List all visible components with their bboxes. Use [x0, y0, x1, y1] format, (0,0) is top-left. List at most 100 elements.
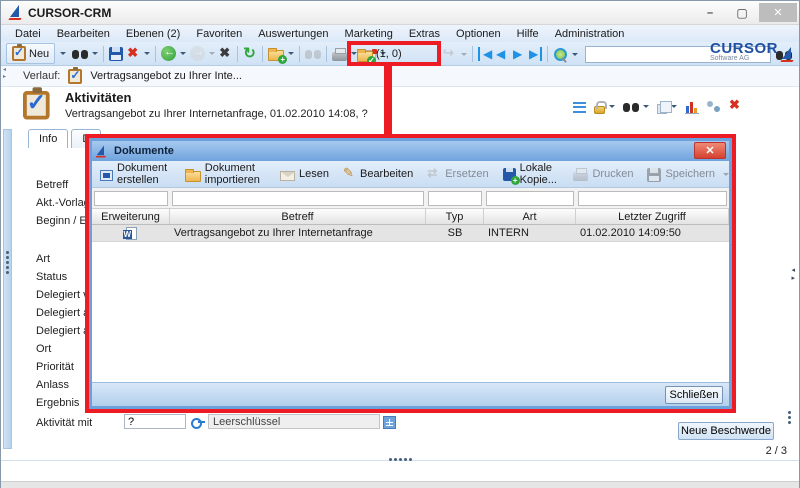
menu-administration[interactable]: Administration: [547, 27, 633, 41]
drucken-button[interactable]: Drucken: [573, 167, 633, 181]
compare-button[interactable]: [303, 46, 323, 61]
separator[interactable]: [326, 46, 327, 62]
left-panel-strip[interactable]: [3, 129, 12, 449]
header-action-icon: [707, 100, 721, 113]
nav-next-button[interactable]: [510, 46, 527, 62]
toolbar-icon: [219, 46, 232, 62]
history-item[interactable]: Vertragsangebot zu Ihrer Inte...: [90, 70, 242, 82]
menu-marketing[interactable]: Marketing: [337, 27, 401, 41]
menu-bearbeiten[interactable]: Bearbeiten: [49, 27, 118, 41]
activity-icon: [68, 69, 82, 84]
back-button[interactable]: [159, 45, 188, 62]
filter-art[interactable]: [486, 191, 574, 206]
quick-search-button[interactable]: [551, 46, 580, 63]
dialog-close-button[interactable]: [694, 142, 726, 159]
tab-info[interactable]: Info: [28, 129, 68, 148]
separator[interactable]: [237, 46, 238, 62]
dialog-toolbar-icon: [647, 168, 661, 182]
separator[interactable]: [155, 46, 156, 62]
maximize-button[interactable]: [727, 3, 757, 22]
column-header[interactable]: Betreff: [170, 209, 426, 224]
nav-prev-button[interactable]: [493, 46, 510, 62]
ersetzen-button[interactable]: Ersetzen: [427, 166, 488, 182]
neu-button-label: Neu: [29, 48, 49, 60]
relation-icon[interactable]: [705, 99, 723, 114]
lookup-grid-button[interactable]: [383, 416, 396, 429]
folder-add-button[interactable]: [266, 45, 296, 62]
column-header[interactable]: Typ: [426, 209, 484, 224]
separator[interactable]: [472, 46, 473, 62]
search-icon[interactable]: [621, 99, 651, 114]
highlight-connector: [384, 64, 392, 138]
refresh-button[interactable]: [241, 45, 259, 63]
header-action-icon: [594, 106, 605, 114]
menu-datei[interactable]: Datei: [7, 27, 49, 41]
menu-hilfe[interactable]: Hilfe: [509, 27, 547, 41]
separator[interactable]: [103, 46, 104, 62]
collapse-handle-right[interactable]: ◂▸: [791, 267, 795, 283]
aktivitaet-mit-input[interactable]: [124, 414, 186, 429]
collapse-handle-left[interactable]: ◂▸: [3, 67, 6, 81]
chart-icon[interactable]: [683, 98, 701, 115]
speichern-button[interactable]: Speichern: [647, 167, 729, 182]
dokument-importieren-button[interactable]: Dokument importieren: [185, 162, 266, 186]
filter-erweiterung[interactable]: [94, 191, 168, 206]
dokumente-dialog: Dokumente Dokument erstellen Dokument imp…: [89, 138, 732, 409]
nav-last-button[interactable]: [527, 46, 544, 62]
search-binoculars-button[interactable]: [70, 46, 100, 61]
column-header[interactable]: Letzter Zugriff: [576, 209, 729, 224]
menu-optionen[interactable]: Optionen: [448, 27, 509, 41]
table-row[interactable]: Vertragsangebot zu Ihrer Internetanfrage…: [92, 225, 729, 242]
lesen-button[interactable]: Lesen: [280, 168, 329, 181]
menu-favoriten[interactable]: Favoriten: [188, 27, 250, 41]
separator[interactable]: [262, 46, 263, 62]
filter-letzter-zugriff[interactable]: [578, 191, 727, 206]
key-icon[interactable]: [191, 418, 206, 427]
neue-beschwerde-button[interactable]: Neue Beschwerde: [678, 422, 774, 440]
documents-count-badge: (1, 0): [376, 48, 402, 60]
dialog-toolbar-icon: [573, 172, 588, 181]
toolbar-icon: [268, 50, 284, 61]
left-drag-handle[interactable]: [6, 251, 9, 254]
close-view-icon[interactable]: [727, 97, 744, 115]
nav-first-button[interactable]: [476, 46, 493, 62]
lokale-kopie-button[interactable]: Lokale Kopie...: [503, 162, 560, 186]
copy-layers-icon[interactable]: [655, 98, 679, 115]
filter-betreff[interactable]: [172, 191, 424, 206]
close-record-button[interactable]: [217, 45, 234, 63]
list-view-icon[interactable]: [571, 98, 588, 114]
bottom-drag-handle[interactable]: [389, 458, 392, 461]
delete-button[interactable]: [125, 45, 152, 63]
forward-button[interactable]: [188, 45, 217, 62]
bearbeiten-button[interactable]: Bearbeiten: [343, 166, 413, 182]
menu-extras[interactable]: Extras: [401, 27, 448, 41]
page-subtitle: Vertragsangebot zu Ihrer Internetanfrage…: [65, 108, 368, 120]
neu-button[interactable]: Neu: [6, 43, 55, 64]
history-label: Verlauf:: [23, 70, 60, 82]
minimize-button[interactable]: [695, 3, 725, 22]
column-header[interactable]: Erweiterung: [92, 209, 170, 224]
page-header: Aktivitäten Vertragsangebot zu Ihrer Int…: [1, 87, 799, 127]
documents-count-button[interactable]: (1, 0): [353, 43, 406, 65]
lock-icon[interactable]: [592, 98, 617, 115]
column-header[interactable]: Art: [484, 209, 576, 224]
save-button[interactable]: [107, 45, 125, 62]
toolbar-icon: [243, 46, 257, 62]
dialog-toolbar-icon: [343, 166, 356, 182]
dokument-erstellen-button[interactable]: Dokument erstellen: [100, 162, 171, 186]
separator[interactable]: [299, 46, 300, 62]
dialog-icon: [96, 145, 106, 157]
vendor-logo: CURSOR Software AG: [710, 43, 794, 62]
separator[interactable]: [547, 46, 548, 62]
right-drag-handle[interactable]: [788, 411, 791, 414]
menu-ebenen[interactable]: Ebenen (2): [118, 27, 188, 41]
close-button[interactable]: [759, 3, 797, 22]
send-button[interactable]: [441, 45, 469, 63]
dialog-title-bar[interactable]: Dokumente: [92, 141, 729, 161]
menu-auswertungen[interactable]: Auswertungen: [250, 27, 336, 41]
dialog-toolbar-label: Drucken: [592, 168, 633, 180]
filter-typ[interactable]: [428, 191, 482, 206]
schliessen-button[interactable]: Schließen: [665, 386, 723, 404]
header-action-icon: [729, 98, 742, 114]
neu-dropdown-icon[interactable]: [60, 52, 66, 55]
